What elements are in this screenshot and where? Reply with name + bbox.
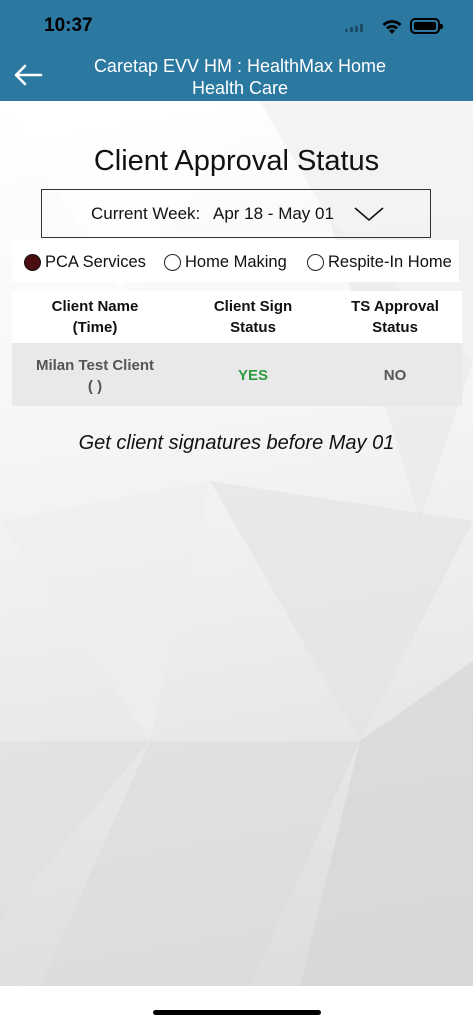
column-header-client-sign-status: Client Sign Status bbox=[213, 298, 293, 336]
radio-pca-services[interactable]: PCA Services bbox=[24, 252, 146, 272]
week-selector[interactable]: Current Week: Apr 18 - May 01 bbox=[41, 189, 431, 238]
home-indicator[interactable] bbox=[153, 1010, 321, 1015]
radio-unselected-icon bbox=[307, 253, 324, 271]
cellular-signal-icon bbox=[345, 24, 367, 32]
radio-label: PCA Services bbox=[45, 252, 146, 271]
radio-home-making[interactable]: Home Making bbox=[164, 252, 287, 272]
main-content: Client Approval Status Current Week: Apr… bbox=[0, 101, 473, 986]
arrow-left-icon bbox=[14, 64, 43, 86]
radio-selected-icon bbox=[24, 253, 41, 271]
week-value: Apr 18 - May 01 bbox=[213, 204, 334, 223]
status-time: 10:37 bbox=[44, 15, 93, 36]
radio-unselected-icon bbox=[164, 253, 181, 271]
client-sign-status-cell: YES bbox=[237, 367, 268, 384]
bottom-safe-area bbox=[0, 986, 473, 1024]
signature-deadline-note: Get client signatures before May 01 bbox=[78, 432, 395, 454]
radio-respite-in-home[interactable]: Respite-In Home bbox=[307, 252, 452, 272]
service-type-radio-group: PCA Services Home Making Respite-In Home bbox=[12, 240, 459, 282]
back-button[interactable] bbox=[10, 58, 46, 92]
wifi-icon bbox=[382, 20, 402, 34]
chevron-down-icon bbox=[354, 207, 384, 222]
app-screen: 10:37 Caretap EVV HM : HealthMax Home He… bbox=[0, 0, 473, 1024]
status-icons bbox=[345, 16, 445, 38]
column-header-client-name: Client Name (Time) bbox=[51, 298, 139, 336]
radio-label: Home Making bbox=[185, 252, 287, 271]
ts-approval-status-cell: NO bbox=[383, 367, 407, 384]
client-name-cell: Milan Test Client ( ) bbox=[35, 357, 155, 395]
radio-label: Respite-In Home bbox=[328, 252, 452, 271]
header-title: Caretap EVV HM : HealthMax Home Health C… bbox=[93, 56, 387, 98]
approval-table: Client Name (Time) Client Sign Status TS… bbox=[12, 291, 462, 406]
column-header-ts-approval-status: TS Approval Status bbox=[351, 298, 439, 336]
page-title: Client Approval Status bbox=[93, 145, 380, 177]
week-label: Current Week: bbox=[91, 204, 201, 223]
table-row[interactable]: Milan Test Client ( ) YES NO bbox=[12, 343, 462, 406]
battery-icon bbox=[410, 18, 443, 34]
table-header: Client Name (Time) Client Sign Status TS… bbox=[12, 291, 462, 343]
header-bar: 10:37 Caretap EVV HM : HealthMax Home He… bbox=[0, 0, 473, 101]
